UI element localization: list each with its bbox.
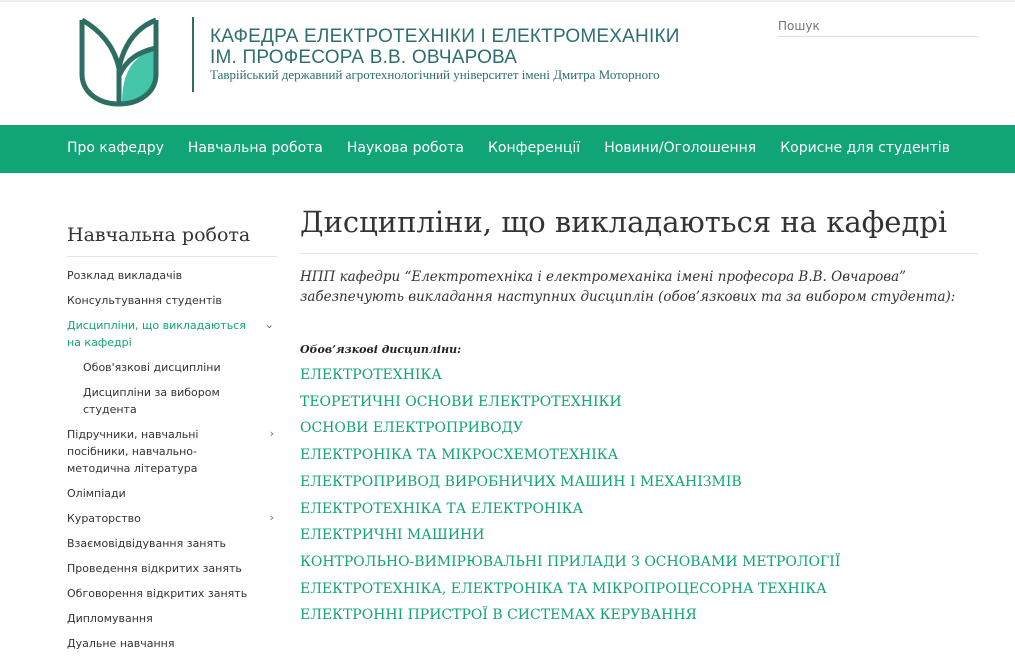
nav-item[interactable]: Корисне для студентів xyxy=(768,125,962,173)
header-divider xyxy=(192,17,194,92)
sidebar-item[interactable]: Обговорення відкритих занять xyxy=(67,581,277,606)
required-heading: Обов’язкові дисципліни: xyxy=(300,343,462,356)
main-content: Дисципліни, що викладаються на кафедрі Н… xyxy=(300,205,978,629)
site-title-line2: ІМ. ПРОФЕСОРА В.В. ОВЧАРОВА xyxy=(210,47,518,68)
nav-item[interactable]: Новини/Оголошення xyxy=(592,125,768,173)
site-title-line1: КАФЕДРА ЕЛЕКТРОТЕХНІКИ І ЕЛЕКТРОМЕХАНІКИ xyxy=(210,26,680,47)
university-logo xyxy=(79,17,159,107)
sidebar-item[interactable]: Проведення відкритих занять xyxy=(67,556,277,581)
sidebar-item[interactable]: Розклад викладачів xyxy=(67,263,277,288)
sidebar-item[interactable]: Дипломування xyxy=(67,606,277,631)
sidebar-item[interactable]: Дисципліни за вибором студента xyxy=(67,380,277,422)
sidebar-item-label: Дуальне навчання xyxy=(67,637,175,650)
nav-item[interactable]: Про кафедру xyxy=(55,125,176,173)
main-nav: Про кафедру Навчальна робота Наукова робот… xyxy=(0,125,1015,173)
discipline-link[interactable]: ОСНОВИ ЕЛЕКТРОПРИВОДУ xyxy=(300,415,978,442)
sidebar-item-label: Дисципліни, що викладаються на кафедрі xyxy=(67,319,246,349)
discipline-link[interactable]: ЕЛЕКТРОТЕХНІКА, ЕЛЕКТРОНІКА ТА МІКРОПРОЦ… xyxy=(300,576,978,603)
sidebar-item[interactable]: Обов'язкові дисципліни xyxy=(67,355,277,380)
sidebar-item-label: Обговорення відкритих занять xyxy=(67,587,248,600)
search-input[interactable] xyxy=(778,10,978,37)
discipline-link[interactable]: КОНТРОЛЬНО-ВИМІРЮВАЛЬНІ ПРИЛАДИ З ОСНОВА… xyxy=(300,549,978,576)
sidebar-item-label: Підручники, навчальні посібники, навчаль… xyxy=(67,428,199,475)
sidebar-item-label: Проведення відкритих занять xyxy=(67,562,242,575)
sidebar-item-label: Розклад викладачів xyxy=(67,269,183,282)
chevron-down-icon[interactable]: ⌄ xyxy=(265,316,274,333)
sidebar: Навчальна робота Розклад викладачів Консу… xyxy=(67,224,277,656)
site-subtitle: Таврійський державний агротехнологічний … xyxy=(210,67,660,82)
sidebar-item[interactable]: Дуальне навчання xyxy=(67,631,277,656)
sidebar-item[interactable]: Взаємовідвідування занять xyxy=(67,531,277,556)
intro-text: НПП кафедри “Електротехніка і електромех… xyxy=(300,269,956,305)
sidebar-item-label: Консультування студентів xyxy=(67,294,222,307)
top-border xyxy=(0,0,1015,2)
chevron-right-icon[interactable]: › xyxy=(270,509,274,526)
discipline-link[interactable]: ЕЛЕКТРОТЕХНІКА ТА ЕЛЕКТРОНІКА xyxy=(300,496,978,523)
sidebar-item-label: Олімпіади xyxy=(67,487,126,500)
chevron-right-icon[interactable]: › xyxy=(270,425,274,442)
sidebar-item-label: Дисципліни за вибором студента xyxy=(83,386,220,416)
discipline-link[interactable]: ЕЛЕКТРИЧНІ МАШИНИ xyxy=(300,522,978,549)
nav-item[interactable]: Конференції xyxy=(476,125,592,173)
sidebar-item[interactable]: Кураторство › xyxy=(67,506,277,531)
sidebar-item-label: Дипломування xyxy=(67,612,153,625)
sidebar-item-label: Кураторство xyxy=(67,512,141,525)
discipline-link[interactable]: ТЕОРЕТИЧНІ ОСНОВИ ЕЛЕКТРОТЕХНІКИ xyxy=(300,389,978,416)
sidebar-title: Навчальна робота xyxy=(67,224,277,257)
page-title: Дисципліни, що викладаються на кафедрі xyxy=(300,205,978,254)
nav-item[interactable]: Навчальна робота xyxy=(176,125,335,173)
sidebar-item-label: Взаємовідвідування занять xyxy=(67,537,227,550)
sidebar-item[interactable]: Олімпіади xyxy=(67,481,277,506)
discipline-link[interactable]: ЕЛЕКТРОПРИВОД ВИРОБНИЧИХ МАШИН І МЕХАНІЗ… xyxy=(300,469,978,496)
discipline-link[interactable]: ЕЛЕКТРОНІКА ТА МІКРОСХЕМОТЕХНІКА xyxy=(300,442,978,469)
discipline-link[interactable]: ЕЛЕКТРОННІ ПРИСТРОЇ В СИСТЕМАХ КЕРУВАННЯ xyxy=(300,602,978,629)
sidebar-item[interactable]: Консультування студентів xyxy=(67,288,277,313)
sidebar-item[interactable]: Дисципліни, що викладаються на кафедрі ⌄ xyxy=(67,313,277,355)
sidebar-item[interactable]: Підручники, навчальні посібники, навчаль… xyxy=(67,422,277,481)
sidebar-item-label: Обов'язкові дисципліни xyxy=(83,361,221,374)
nav-item[interactable]: Наукова робота xyxy=(335,125,476,173)
discipline-link[interactable]: ЕЛЕКТРОТЕХНІКА xyxy=(300,362,978,389)
